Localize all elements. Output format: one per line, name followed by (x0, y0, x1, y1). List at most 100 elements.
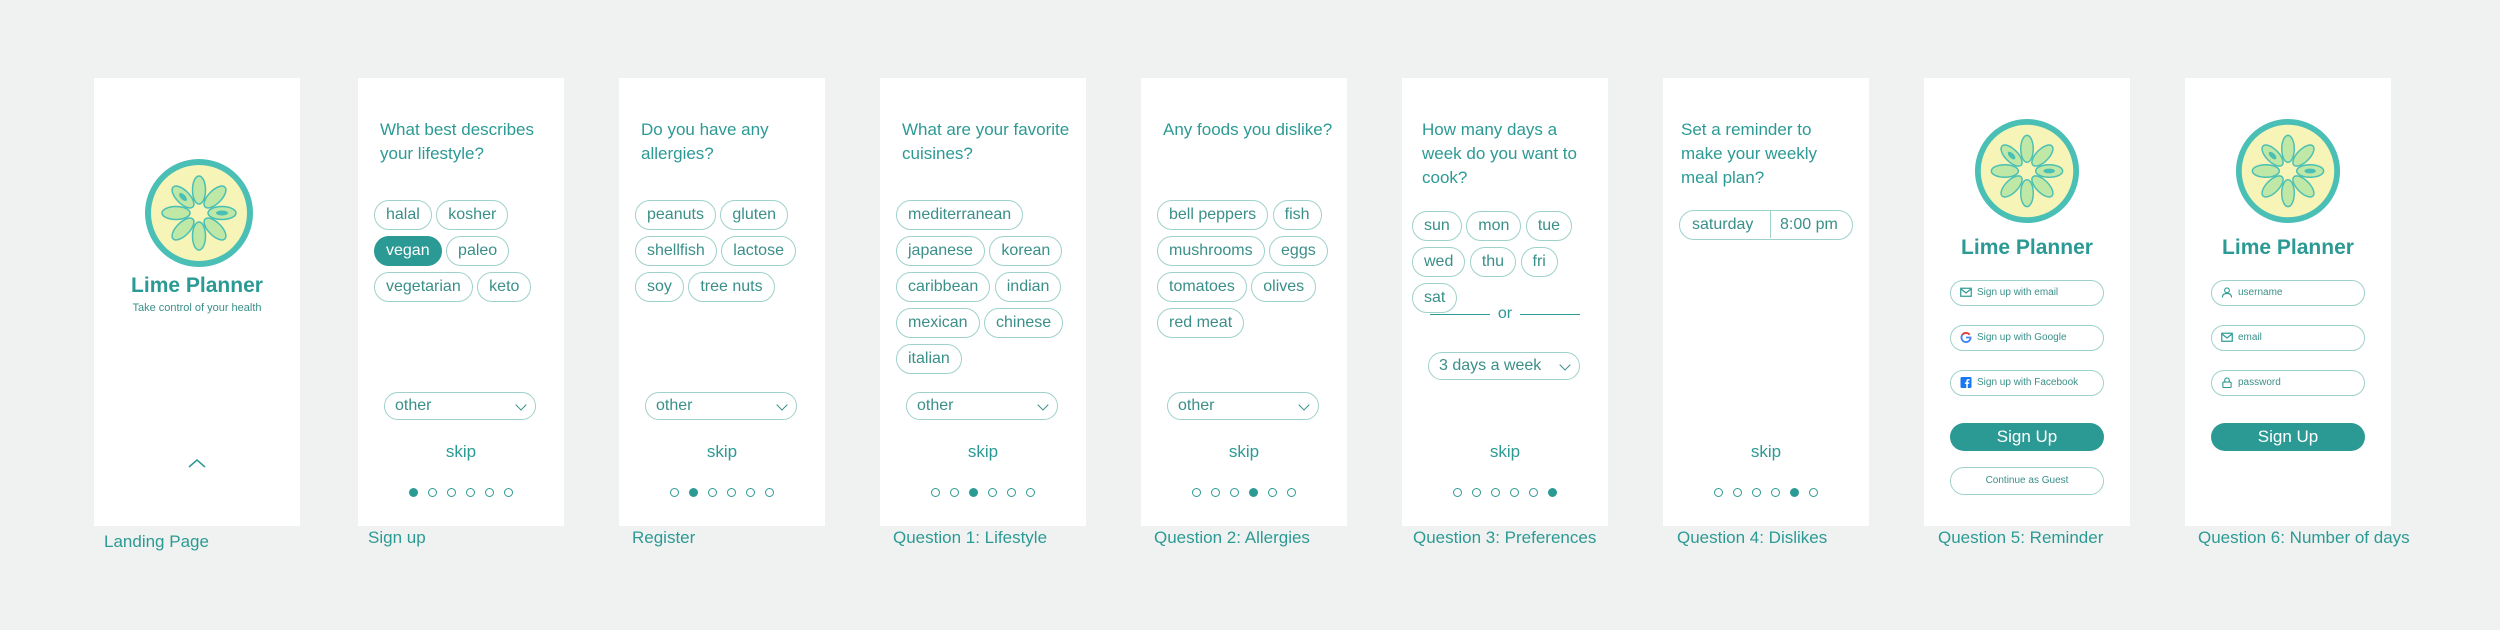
option-chip[interactable]: tomatoes (1157, 272, 1247, 302)
option-chip[interactable]: lactose (721, 236, 796, 266)
option-chip[interactable]: bell peppers (1157, 200, 1269, 230)
step-dot[interactable] (689, 488, 698, 497)
option-chip[interactable]: caribbean (896, 272, 991, 302)
step-dot[interactable] (1472, 488, 1481, 497)
option-chip[interactable]: halal (374, 200, 432, 230)
option-chip[interactable]: mushrooms (1157, 236, 1265, 266)
option-chip[interactable]: fish (1272, 200, 1322, 230)
step-dot[interactable] (409, 488, 418, 497)
allergy-chips: peanuts gluten shellfish lactose soy tre… (635, 200, 819, 308)
option-chip[interactable]: mexican (896, 308, 980, 338)
step-dot[interactable] (1026, 488, 1035, 497)
option-chip[interactable]: soy (635, 272, 684, 302)
step-dot[interactable] (1771, 488, 1780, 497)
step-dot[interactable] (670, 488, 679, 497)
step-dot[interactable] (765, 488, 774, 497)
cuisine-chips: mediterranean japanese korean caribbean … (896, 200, 1080, 380)
signup-facebook-button[interactable]: Sign up with Facebook (1950, 370, 2104, 396)
step-dot[interactable] (727, 488, 736, 497)
option-chip[interactable]: chinese (984, 308, 1064, 338)
option-chip[interactable]: fri (1520, 247, 1558, 277)
select-value: other (1178, 397, 1215, 414)
username-field[interactable]: username (2211, 280, 2365, 306)
step-dot[interactable] (1268, 488, 1277, 497)
step-dot[interactable] (950, 488, 959, 497)
other-select[interactable]: other (1167, 392, 1319, 420)
step-dot[interactable] (1790, 488, 1799, 497)
skip-link[interactable]: skip (880, 442, 1086, 462)
option-chip[interactable]: gluten (720, 200, 788, 230)
option-chip[interactable]: paleo (446, 236, 510, 266)
step-dot[interactable] (1809, 488, 1818, 497)
step-dot[interactable] (1007, 488, 1016, 497)
step-dot[interactable] (708, 488, 717, 497)
option-chip[interactable]: olives (1251, 272, 1317, 302)
skip-link[interactable]: skip (1663, 442, 1869, 462)
signup-google-button[interactable]: Sign up with Google (1950, 325, 2104, 351)
step-dot[interactable] (1211, 488, 1220, 497)
option-chip[interactable]: mediterranean (896, 200, 1024, 230)
skip-link[interactable]: skip (619, 442, 825, 462)
continue-as-guest-button[interactable]: Continue as Guest (1950, 467, 2104, 495)
skip-link[interactable]: skip (1141, 442, 1347, 462)
step-dot[interactable] (428, 488, 437, 497)
reminder-time[interactable]: 8:00 pm (1780, 216, 1838, 234)
step-dot[interactable] (1287, 488, 1296, 497)
days-select[interactable]: 3 days a week (1428, 352, 1580, 380)
step-dot[interactable] (1491, 488, 1500, 497)
option-chip[interactable]: indian (994, 272, 1062, 302)
option-chip[interactable]: thu (1469, 247, 1517, 277)
signup-button[interactable]: Sign Up (1950, 423, 2104, 451)
step-dot[interactable] (1230, 488, 1239, 497)
option-chip[interactable]: keto (477, 272, 532, 302)
question-text: Set a reminder to make your weekly meal … (1681, 120, 1818, 187)
option-chip[interactable]: sun (1412, 211, 1462, 241)
option-chip[interactable]: shellfish (635, 236, 717, 266)
option-chip[interactable]: japanese (896, 236, 985, 266)
option-chip[interactable]: tree nuts (688, 272, 775, 302)
option-chip[interactable]: wed (1412, 247, 1466, 277)
step-dot[interactable] (969, 488, 978, 497)
signup-email-button[interactable]: Sign up with email (1950, 280, 2104, 306)
step-dot[interactable] (1752, 488, 1761, 497)
option-chip[interactable]: vegetarian (374, 272, 473, 302)
option-chip[interactable]: korean (989, 236, 1063, 266)
step-dot[interactable] (1510, 488, 1519, 497)
skip-link[interactable]: skip (358, 442, 564, 462)
step-dot[interactable] (988, 488, 997, 497)
step-dot[interactable] (504, 488, 513, 497)
other-select[interactable]: other (906, 392, 1058, 420)
step-dot[interactable] (1192, 488, 1201, 497)
step-dot[interactable] (746, 488, 755, 497)
option-chip[interactable]: red meat (1157, 308, 1245, 338)
email-field[interactable]: email (2211, 325, 2365, 351)
chevron-down-icon (1559, 359, 1571, 371)
question-text: How many days a week do you want to cook… (1422, 120, 1577, 187)
option-chip[interactable]: mon (1466, 211, 1522, 241)
step-dot[interactable] (1249, 488, 1258, 497)
option-chip[interactable]: kosher (436, 200, 509, 230)
signup-button[interactable]: Sign Up (2211, 423, 2365, 451)
reminder-picker[interactable]: saturday 8:00 pm (1679, 210, 1853, 240)
option-chip[interactable]: vegan (374, 236, 442, 266)
step-dot[interactable] (447, 488, 456, 497)
option-chip[interactable]: eggs (1269, 236, 1328, 266)
option-chip[interactable]: peanuts (635, 200, 716, 230)
reminder-day[interactable]: saturday (1692, 216, 1753, 234)
step-dot[interactable] (1529, 488, 1538, 497)
step-dot[interactable] (1733, 488, 1742, 497)
step-dot[interactable] (485, 488, 494, 497)
step-dot[interactable] (1453, 488, 1462, 497)
step-dot[interactable] (1714, 488, 1723, 497)
other-select[interactable]: other (384, 392, 536, 420)
other-select[interactable]: other (645, 392, 797, 420)
step-dot[interactable] (931, 488, 940, 497)
option-chip[interactable]: italian (896, 344, 962, 374)
step-dot[interactable] (1548, 488, 1557, 497)
chevron-up-icon[interactable] (188, 458, 206, 468)
lime-logo-icon (1974, 118, 2080, 224)
step-dot[interactable] (466, 488, 475, 497)
password-field[interactable]: password (2211, 370, 2365, 396)
skip-link[interactable]: skip (1402, 442, 1608, 462)
option-chip[interactable]: tue (1525, 211, 1573, 241)
